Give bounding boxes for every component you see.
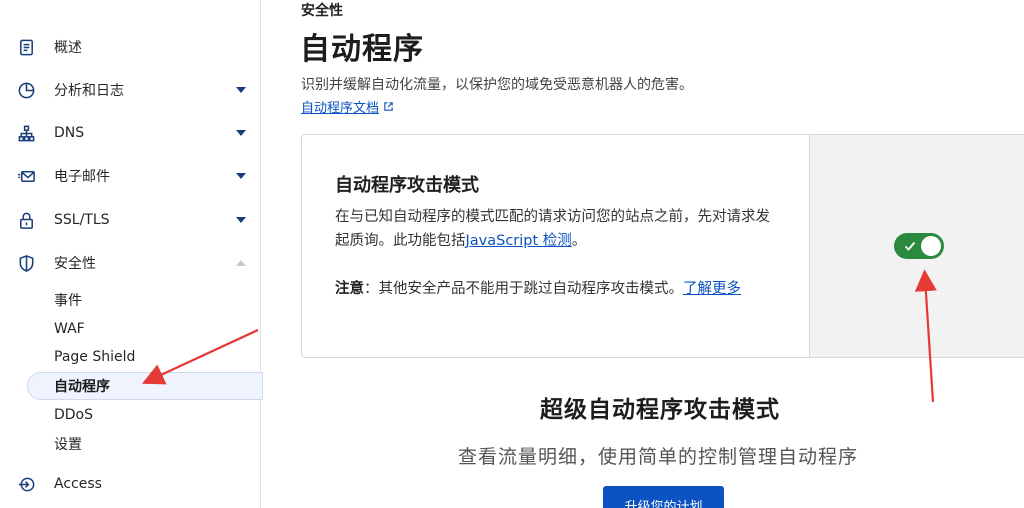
sidebar-item-label: DNS [54,125,85,141]
login-icon [16,474,36,494]
lock-icon [16,210,36,230]
note-text: ：其他安全产品不能用于跳过自动程序攻击模式。 [364,281,683,297]
sidebar-item-overview[interactable]: 概述 [0,29,260,65]
email-icon [16,166,36,186]
sidebar-subitem-events[interactable]: 事件 [0,286,260,314]
sidebar-subitem-label: 事件 [54,293,82,309]
bot-fight-mode-card: 自动程序攻击模式 在与已知自动程序的模式匹配的请求访问您的站点之前，先对请求发起… [301,134,1024,358]
sidebar-item-dns[interactable]: DNS [0,115,260,151]
document-icon [16,37,36,57]
upgrade-plan-button[interactable]: 升级您的计划 [603,486,724,508]
chevron-down-icon[interactable] [236,130,246,136]
card-description: 在与已知自动程序的模式匹配的请求访问您的站点之前，先对请求发起质询。此功能包括J… [335,205,775,253]
sidebar-subitem-waf[interactable]: WAF [0,315,260,343]
card-title: 自动程序攻击模式 [335,175,479,196]
card-description-end: 。 [571,233,587,249]
sidebar-subitem-label: DDoS [54,407,94,423]
sidebar-subitem-label: 自动程序 [54,379,110,395]
page-title: 自动程序 [300,32,424,67]
sidebar-subitem-label: Page Shield [54,349,136,365]
sidebar-item-label: SSL/TLS [54,212,110,228]
sidebar-item-security[interactable]: 安全性 [0,245,260,281]
card-note: 注意：其他安全产品不能用于跳过自动程序攻击模式。了解更多 [335,277,775,301]
bots-docs-link[interactable]: 自动程序文档 [301,97,394,116]
sidebar-item-ssl-tls[interactable]: SSL/TLS [0,202,260,238]
doc-link-label: 自动程序文档 [301,101,380,116]
note-label: 注意 [335,281,364,297]
upsell-title: 超级自动程序攻击模式 [540,397,780,423]
chevron-up-icon[interactable] [236,260,246,266]
page-description: 识别并缓解自动化流量，以保护您的域免受恶意机器人的危害。 [301,77,693,93]
check-icon [904,241,916,251]
sidebar-item-access[interactable]: Access [0,466,260,502]
sidebar-item-label: 电子邮件 [54,169,110,185]
sidebar-subitem-page-shield[interactable]: Page Shield [0,343,260,371]
chevron-down-icon[interactable] [236,173,246,179]
sidebar-subitem-label: WAF [54,321,85,337]
upsell-description: 查看流量明细，使用简单的控制管理自动程序 [458,446,859,468]
toggle-knob [921,236,941,256]
breadcrumb: 安全性 [301,3,343,19]
javascript-detection-link[interactable]: JavaScript 检测 [466,233,572,249]
bot-fight-mode-toggle[interactable] [894,233,944,259]
sidebar: 概述 分析和日志 DNS 电子邮件 SSL/TLS 安全性 事件 WAF Pag… [0,0,263,508]
sidebar-subitem-settings[interactable]: 设置 [0,430,260,458]
chart-pie-icon [16,80,36,100]
external-link-icon [384,102,393,111]
sidebar-subitem-label: 设置 [54,437,82,453]
sidebar-item-label: 安全性 [54,256,96,272]
sidebar-subitem-ddos[interactable]: DDoS [0,401,260,429]
sidebar-item-label: Access [54,476,102,492]
network-icon [16,123,36,143]
chevron-down-icon[interactable] [236,217,246,223]
sidebar-item-email[interactable]: 电子邮件 [0,158,260,194]
sidebar-subitem-bots[interactable]: 自动程序 [27,372,263,400]
shield-icon [16,253,36,273]
learn-more-link[interactable]: 了解更多 [683,281,741,297]
sidebar-item-analytics[interactable]: 分析和日志 [0,72,260,108]
sidebar-item-label: 概述 [54,40,82,56]
sidebar-item-label: 分析和日志 [54,83,124,99]
chevron-down-icon[interactable] [236,87,246,93]
